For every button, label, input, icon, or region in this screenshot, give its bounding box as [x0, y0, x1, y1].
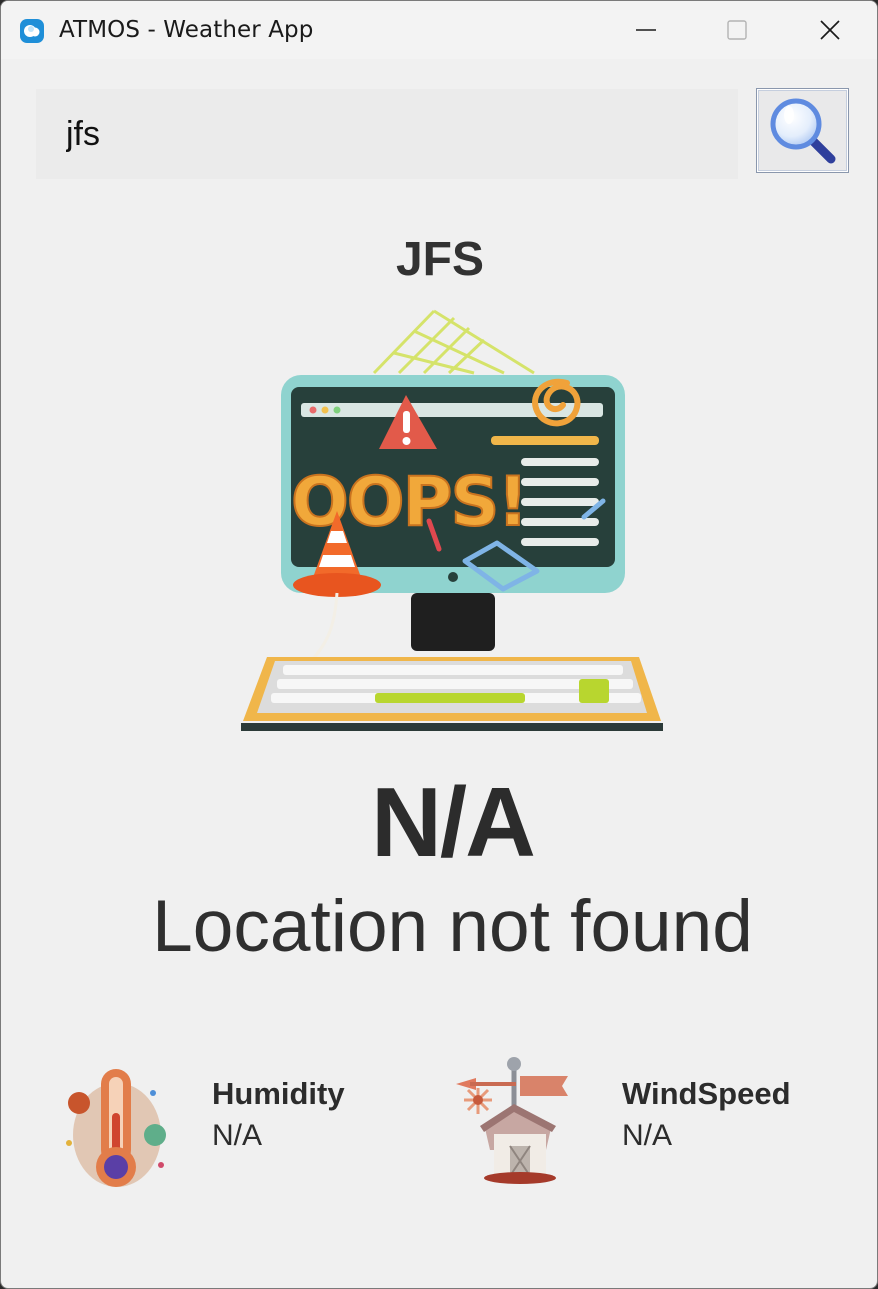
close-button[interactable]	[784, 1, 876, 59]
magnifier-icon	[770, 98, 835, 163]
thermometer-icon	[66, 1069, 166, 1187]
title-bar[interactable]: ATMOS - Weather App	[1, 1, 877, 59]
app-window: ATMOS - Weather App jfs JFS OOPS! N/A Lo…	[0, 0, 878, 1289]
minimize-button[interactable]	[600, 1, 692, 59]
city-name: JFS	[395, 233, 485, 286]
minimize-icon	[636, 29, 656, 31]
weather-vane-icon	[456, 1057, 568, 1184]
svg-text:OOPS!: OOPS!	[291, 463, 526, 542]
temperature-value: N/A	[371, 767, 536, 877]
close-icon	[820, 20, 840, 40]
humidity-label: Humidity	[212, 1076, 345, 1111]
maximize-icon	[727, 20, 747, 40]
maximize-button[interactable]	[691, 1, 783, 59]
windspeed-label: WindSpeed	[622, 1076, 791, 1111]
weather-description: Location not found	[152, 886, 753, 967]
app-logo-icon	[20, 19, 44, 43]
search-input[interactable]	[36, 89, 738, 179]
windspeed-value: N/A	[622, 1119, 673, 1152]
window-title: ATMOS - Weather App	[59, 17, 314, 43]
search-button[interactable]	[756, 88, 849, 173]
humidity-value: N/A	[212, 1119, 263, 1152]
oops-computer-error-image: OOPS!	[241, 309, 663, 731]
